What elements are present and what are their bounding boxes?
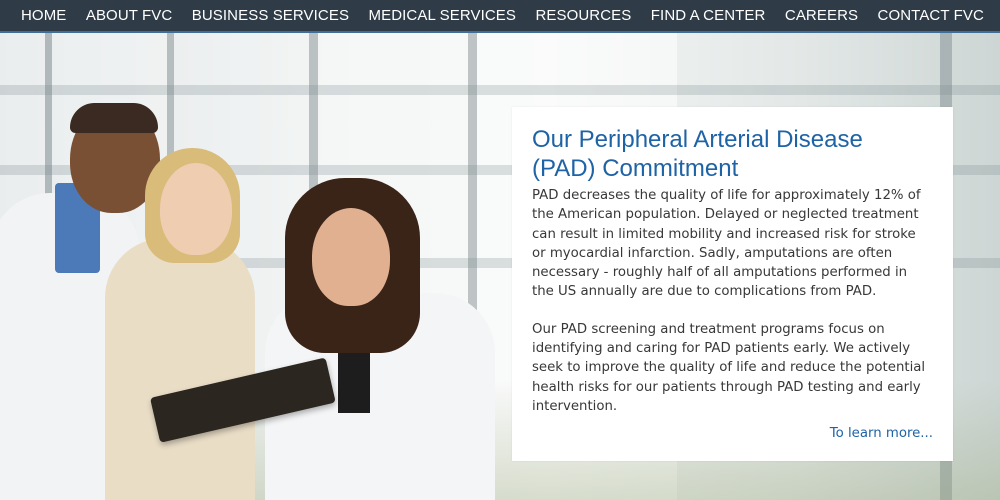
card-paragraph-1: PAD decreases the quality of life for ap…: [532, 188, 921, 300]
nav-item-contact-fvc[interactable]: CONTACT FVC: [878, 7, 984, 24]
nav-item-find-a-center[interactable]: FIND A CENTER: [651, 7, 766, 24]
nav-item-medical-services[interactable]: MEDICAL SERVICES: [369, 7, 516, 24]
nav-item-resources[interactable]: RESOURCES: [535, 7, 631, 24]
card-title: Our Peripheral Arterial Disease (PAD) Co…: [532, 126, 863, 182]
nav-item-home[interactable]: HOME: [21, 7, 66, 24]
pad-info-card: Our Peripheral Arterial Disease (PAD) Co…: [512, 107, 953, 461]
main-nav: HOME ABOUT FVC BUSINESS SERVICES MEDICAL…: [0, 0, 1000, 33]
card-paragraph-2: Our PAD screening and treatment programs…: [532, 321, 926, 414]
nav-item-careers[interactable]: CAREERS: [785, 7, 858, 24]
nav-item-business-services[interactable]: BUSINESS SERVICES: [192, 7, 349, 24]
learn-more-link[interactable]: To learn more...: [830, 426, 933, 441]
nav-item-about-fvc[interactable]: ABOUT FVC: [86, 7, 172, 24]
